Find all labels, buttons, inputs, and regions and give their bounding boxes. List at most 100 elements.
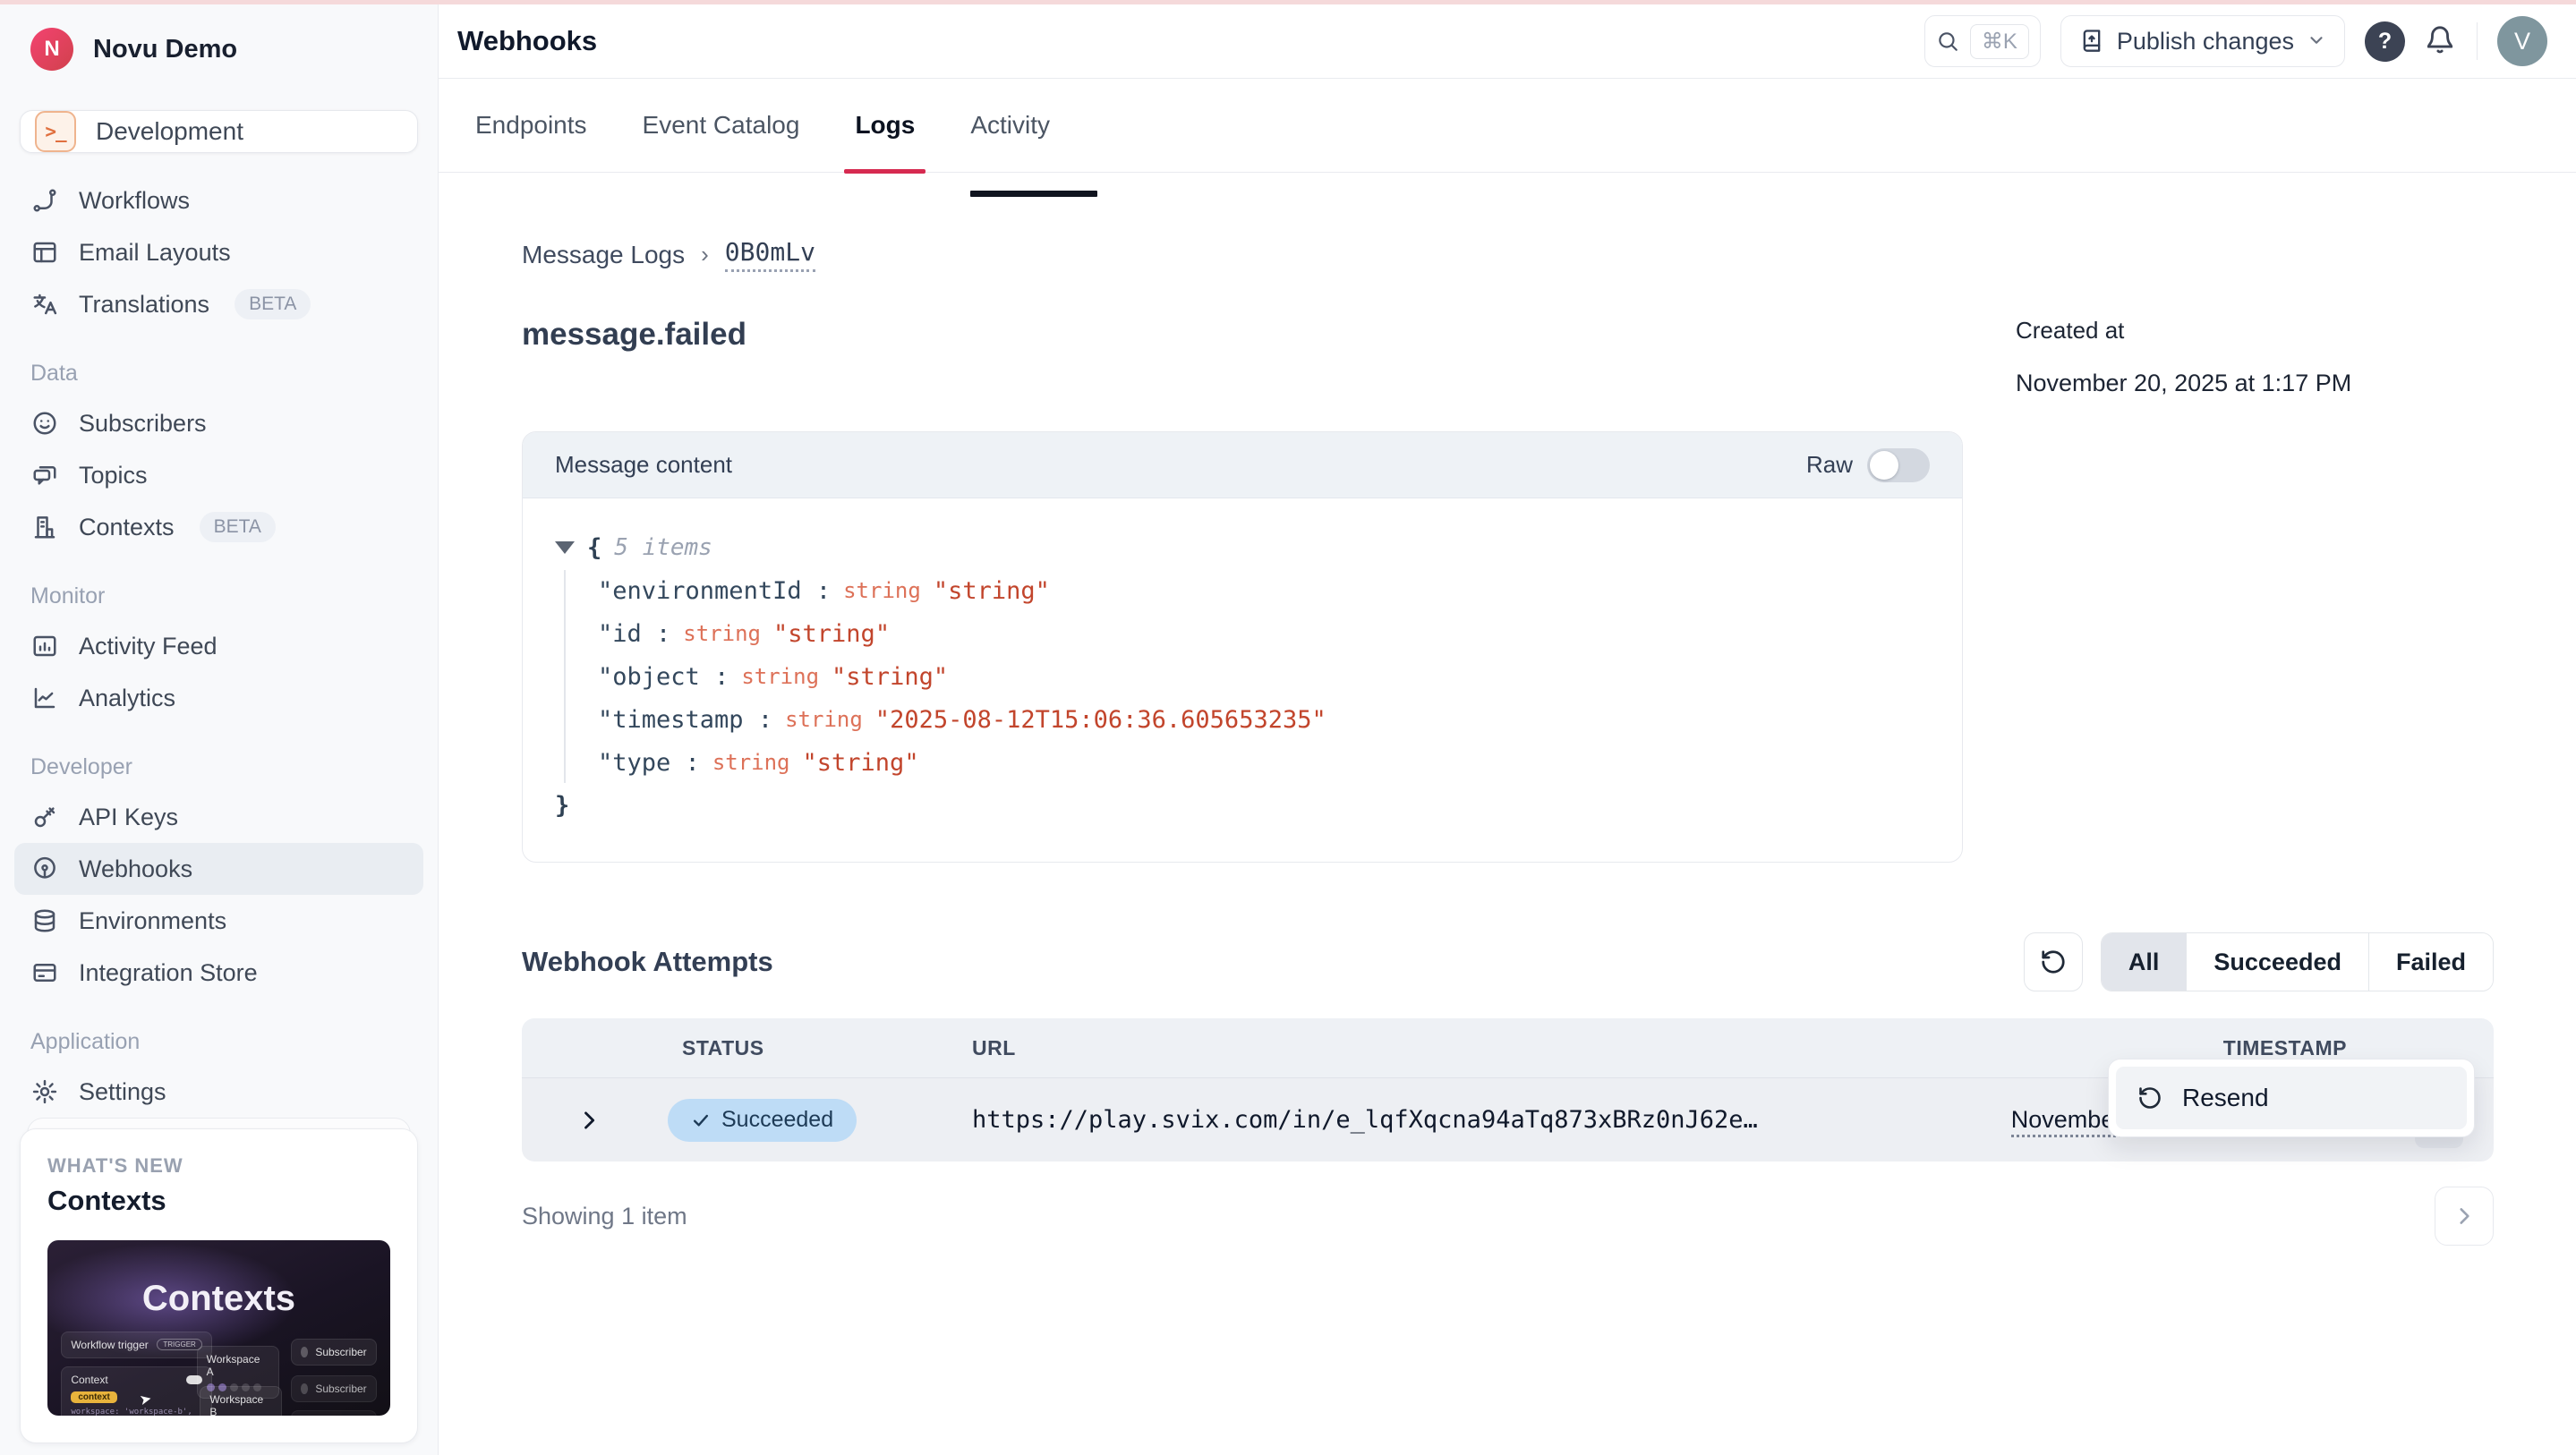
filter-all[interactable]: All (2102, 933, 2188, 991)
tab-activity[interactable]: Activity (970, 79, 1050, 172)
notifications-bell-icon[interactable] (2425, 25, 2457, 57)
chevron-right-icon (576, 1108, 601, 1133)
page-header: Webhooks ⌘K Publish changes ? (439, 0, 2576, 79)
raw-toggle[interactable] (1867, 448, 1930, 482)
json-field-row: objectstringstring (598, 656, 1930, 697)
sidebar-item-email-layouts[interactable]: Email Layouts (14, 226, 423, 278)
gear-icon (30, 1077, 59, 1106)
sidebar-item-label: Activity Feed (79, 633, 218, 660)
sidebar-item-subscribers[interactable]: Subscribers (14, 397, 423, 449)
breadcrumb-separator-icon: › (701, 241, 709, 268)
beta-badge: BETA (235, 289, 311, 319)
nav-section-developer: Developer (0, 724, 438, 791)
webhook-icon (30, 855, 59, 883)
pagination-next-button[interactable] (2435, 1187, 2494, 1246)
sidebar-item-api-keys[interactable]: API Keys (14, 791, 423, 843)
row-actions-context-menu: Resend (2108, 1059, 2475, 1137)
sidebar-item-topics[interactable]: Topics (14, 449, 423, 501)
message-content-title: Message content (555, 451, 732, 479)
json-field-row: idstringstring (598, 613, 1930, 654)
subscriber-face-icon (30, 409, 59, 438)
json-field-row: typestringstring (598, 742, 1930, 783)
tab-endpoints[interactable]: Endpoints (475, 79, 587, 172)
promo-context-card: Context context workspace: 'workspace-b'… (61, 1366, 212, 1416)
line-chart-icon (30, 684, 59, 712)
keyboard-shortcut-chip: ⌘K (1970, 24, 2029, 59)
environment-selector[interactable]: >_ Development (20, 110, 418, 153)
promo-workspace-b-card: Workspace B (200, 1386, 282, 1416)
sidebar-item-settings[interactable]: Settings (14, 1066, 423, 1118)
sidebar-item-activity-feed[interactable]: Activity Feed (14, 620, 423, 672)
whats-new-title: Contexts (47, 1185, 390, 1217)
publish-changes-button[interactable]: Publish changes (2060, 15, 2345, 67)
sidebar-nav: Workflows Email Layouts Translations BET… (0, 174, 438, 1118)
chat-bubbles-icon (30, 461, 59, 489)
sidebar-item-label: Email Layouts (79, 239, 231, 267)
workflows-icon (30, 186, 59, 215)
beta-badge: BETA (200, 512, 276, 542)
whats-new-card[interactable]: WHAT'S NEW Contexts Contexts Workflow tr… (20, 1128, 418, 1443)
sidebar-item-contexts[interactable]: Contexts BETA (14, 501, 423, 553)
key-icon (30, 803, 59, 831)
sidebar-item-label: Analytics (79, 685, 175, 712)
resend-menu-item[interactable]: Resend (2116, 1067, 2467, 1129)
sidebar-item-environments[interactable]: Environments (14, 895, 423, 947)
breadcrumb-parent[interactable]: Message Logs (522, 241, 685, 269)
sidebar-item-label: Subscribers (79, 410, 207, 438)
chevron-down-icon (2307, 30, 2326, 53)
collapse-caret-icon[interactable] (555, 541, 575, 554)
app-screen: N Novu Demo >_ Development Workflows Ema… (0, 0, 2576, 1455)
webhooks-tabs: Endpoints Event Catalog Logs Activity (439, 79, 2576, 173)
top-accent-bar (0, 0, 2576, 4)
message-content-card: Message content Raw { 5 items (522, 431, 1963, 863)
sidebar-item-integration-store[interactable]: Integration Store (14, 947, 423, 999)
layout-icon (30, 238, 59, 267)
org-name: Novu Demo (93, 35, 237, 64)
endpoint-url-link[interactable]: https://play.svix.com/in/e_lqfXqcna94aTq… (972, 1106, 1758, 1134)
promo-title: Contexts (47, 1279, 390, 1319)
publish-book-icon (2079, 28, 2104, 55)
org-logo: N (30, 28, 73, 71)
tab-logs[interactable]: Logs (855, 79, 915, 172)
toggle-knob (1870, 451, 1898, 480)
nav-section-application: Application (0, 999, 438, 1066)
sidebar-item-analytics[interactable]: Analytics (14, 672, 423, 724)
sidebar-item-label: Webhooks (79, 855, 192, 883)
promo-subscriber-card: Subscriber (291, 1375, 377, 1402)
sidebar-item-translations[interactable]: Translations BETA (14, 278, 423, 330)
user-avatar[interactable]: V (2497, 16, 2547, 66)
column-header-url: URL (920, 1036, 1937, 1060)
promo-subscriber-card: Subscriber (291, 1339, 377, 1366)
language-icon (30, 290, 59, 319)
search-icon (1936, 30, 1959, 53)
message-content-header: Message content Raw (523, 432, 1962, 498)
contexts-promo-image[interactable]: Contexts Workflow trigger TRIGGER Contex… (47, 1240, 390, 1416)
whats-new-section: WHAT'S NEW Contexts Contexts Workflow tr… (0, 1118, 438, 1455)
terminal-icon: >_ (35, 111, 76, 152)
json-field-row: timestampstring2025-08-12T15:06:36.60565… (598, 699, 1930, 740)
column-header-status: STATUS (625, 1036, 920, 1060)
sidebar-item-label: API Keys (79, 804, 178, 831)
tab-event-catalog[interactable]: Event Catalog (643, 79, 800, 172)
status-filter-segmented-control: All Succeeded Failed (2101, 932, 2494, 991)
breadcrumb-message-id[interactable]: 0B0mLv (725, 237, 815, 272)
filter-succeeded[interactable]: Succeeded (2187, 933, 2369, 991)
check-icon (691, 1110, 711, 1130)
sidebar-item-workflows[interactable]: Workflows (14, 174, 423, 226)
created-at-value: November 20, 2025 at 1:17 PM (2016, 370, 2494, 397)
org-switcher[interactable]: N Novu Demo (0, 4, 438, 92)
sidebar-item-webhooks[interactable]: Webhooks (14, 843, 423, 895)
refresh-attempts-button[interactable] (2024, 932, 2083, 991)
message-type-title: message.failed (522, 317, 746, 397)
resend-label: Resend (2182, 1084, 2269, 1112)
header-divider (2477, 22, 2478, 60)
expand-row-button[interactable] (522, 1108, 625, 1133)
environment-label: Development (96, 117, 243, 146)
search-button[interactable]: ⌘K (1924, 15, 2041, 67)
database-icon (30, 906, 59, 935)
help-button[interactable]: ? (2365, 21, 2405, 62)
sidebar-item-label: Environments (79, 907, 226, 935)
chevron-right-icon (2452, 1204, 2476, 1228)
created-at-label: Created at (2016, 317, 2494, 345)
filter-failed[interactable]: Failed (2369, 933, 2493, 991)
